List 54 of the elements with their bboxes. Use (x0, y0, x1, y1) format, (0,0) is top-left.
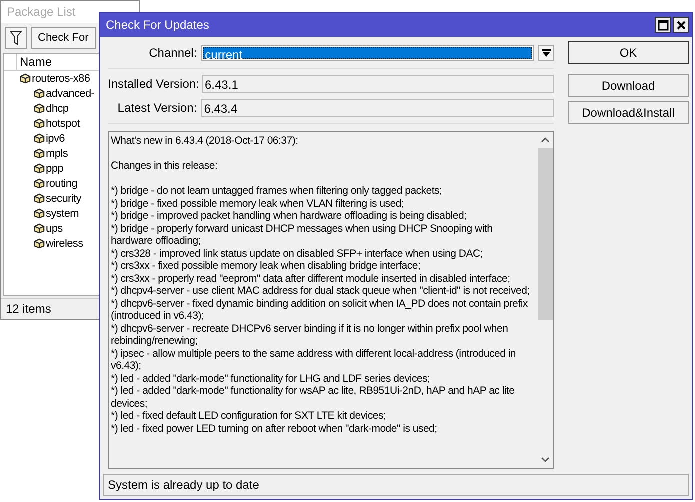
dialog-button[interactable]: OK (568, 41, 689, 64)
installed-version-field[interactable]: 6.43.1 (202, 75, 554, 93)
dialog-button[interactable]: Download&Install (568, 101, 689, 124)
changelog-line: *) led - fixed power LED turning on after reboot when "dark-mode" is used; (111, 422, 438, 434)
changelog-line: *) led - added "dark-mode" functionality for LHG and LDF series devices; (111, 372, 430, 384)
package-row[interactable]: mpls (4, 146, 136, 161)
package-icon (34, 148, 45, 159)
scrollbar-thumb[interactable] (538, 148, 552, 320)
changelog-line: *) dhcpv4-server - use client MAC address for dual stack queue when "client-id" is not received; (111, 285, 530, 297)
changelog-line: *) led - fixed default LED configuration for SXT LTE kit devices; (111, 410, 386, 422)
column-header[interactable]: Name (17, 54, 52, 70)
filter-icon (10, 31, 22, 45)
package-icon (34, 238, 45, 249)
package-icon (34, 223, 45, 234)
changelog-title: What's new in 6.43.4 (2018-Oct-17 06:37): (111, 135, 298, 147)
maximize-button[interactable] (655, 17, 671, 33)
changelog-line: *) bridge - fixed possible memory leak when VLAN filtering is used; (111, 198, 404, 210)
scroll-up-icon (540, 137, 550, 143)
changelog-line: *) crs328 - improved link status update on disabled SFP+ interface when using DAC; (111, 248, 483, 260)
package-icon (34, 163, 45, 174)
changelog-line: *) led - added "dark-mode" functionality for wsAP ac lite, RB951Ui-2nD, hAP and hAP ac lite devices; (111, 385, 515, 410)
changelog-line: *) crs3xx - fixed possible memory leak when disabling bridge interface; (111, 260, 421, 272)
field-label: Latest Version: (116, 101, 198, 115)
changelog-line: *) dhcpv6-server - recreate DHCPv6 server binding if it is no longer within prefix pool when rebinding/renewing; (111, 322, 508, 347)
filter-button[interactable] (5, 27, 27, 49)
package-icon (34, 118, 45, 129)
field-label: Channel: (148, 46, 198, 60)
package-icon (34, 178, 45, 189)
dialog-button[interactable]: Download (568, 74, 689, 97)
changelog-line: *) bridge - properly forward unicast DHCP messages when using DHCP Snooping with hardware offloading; (111, 222, 493, 247)
changelog-line: *) bridge - do not learn untagged frames when filtering only tagged packets; (111, 185, 442, 197)
dropdown-button[interactable] (538, 45, 554, 61)
close-icon (676, 20, 686, 30)
changelog-subtitle: Changes in this release: (111, 160, 218, 172)
package-icon (34, 88, 45, 99)
package-row[interactable]: hotspot (4, 116, 136, 131)
maximize-icon (658, 20, 668, 30)
changelog-line: *) crs3xx - properly read "eeprom" data after different module inserted in disabled interface; (111, 272, 510, 284)
changelog-line: *) ipsec - allow multiple peers to the same address with different local-address (introduced in v6.43); (111, 348, 516, 372)
channel-dropdown[interactable]: current (201, 45, 534, 61)
changelog-line: *) bridge - improved packet handling when hardware offloading is being disabled; (111, 210, 467, 222)
changelog-textarea[interactable] (108, 131, 554, 469)
package-icon (20, 73, 31, 84)
field-label: Installed Version: (108, 77, 198, 91)
dropdown-arrow-icon (542, 48, 551, 58)
package-icon (34, 103, 45, 114)
package-icon (34, 208, 45, 219)
latest-version-field[interactable]: 6.43.4 (201, 99, 554, 117)
package-icon (34, 193, 45, 204)
close-button[interactable] (673, 17, 689, 33)
scroll-down-icon (540, 457, 550, 463)
status-bar: System is already up to date (103, 474, 689, 496)
package-icon (34, 133, 45, 144)
check-for-updates-button[interactable]: Check For (31, 27, 96, 49)
